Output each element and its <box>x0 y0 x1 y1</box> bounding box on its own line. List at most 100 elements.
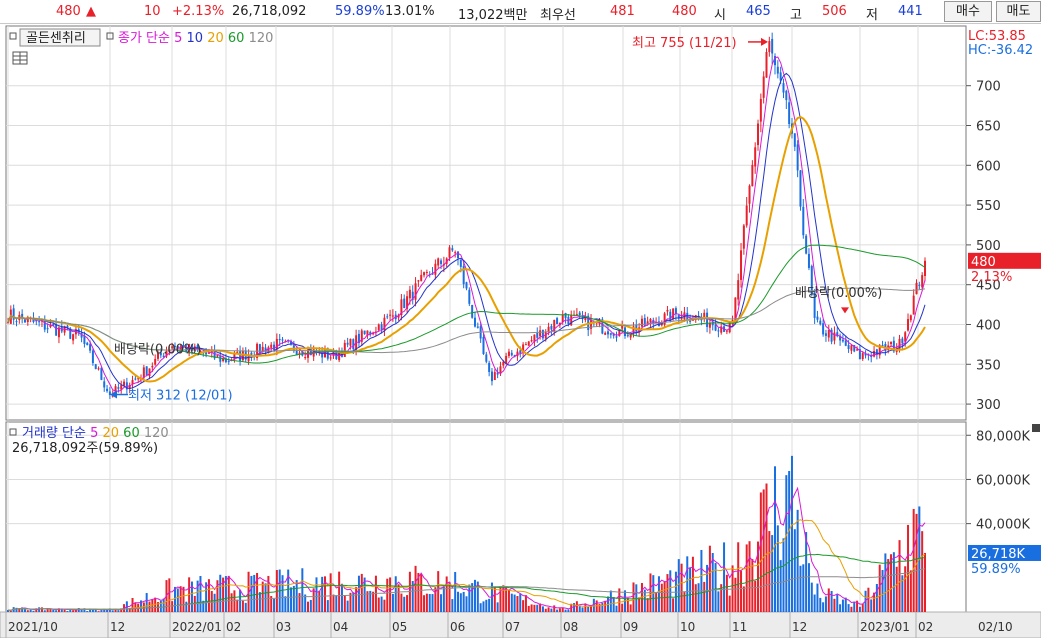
volume-bar <box>159 600 162 612</box>
volume-bar <box>629 604 632 612</box>
candle-body <box>751 164 754 187</box>
volume-bar <box>326 600 329 612</box>
buy-button[interactable]: 매수 <box>944 1 992 22</box>
candle-body <box>762 76 765 98</box>
candle-body <box>649 318 652 322</box>
candle-body <box>490 371 493 382</box>
volume-bar <box>745 544 748 612</box>
volume-bar <box>377 597 380 612</box>
high-price: 506 <box>822 4 847 19</box>
candle-body <box>802 206 805 236</box>
candle-body <box>663 313 666 325</box>
candle-body <box>123 381 126 386</box>
candle-body <box>420 274 423 281</box>
candle-body <box>740 250 743 280</box>
volume-bar <box>151 599 154 612</box>
volume-bar <box>185 601 188 612</box>
candle-body <box>468 289 471 304</box>
volume-bar <box>924 552 926 612</box>
volume-bar <box>386 578 389 612</box>
volume-bar <box>708 545 711 612</box>
candle-body <box>912 295 915 315</box>
candle-body <box>672 308 675 320</box>
current-change-tag-label: 2.13% <box>971 270 1012 285</box>
volume-bar <box>440 594 443 612</box>
candle-body <box>771 38 774 54</box>
volume-bar <box>340 585 343 612</box>
volume-bar <box>785 475 788 612</box>
volume-bar <box>321 576 324 612</box>
candle-body <box>437 258 440 266</box>
candle-body <box>824 333 827 336</box>
volume-bar <box>507 589 510 612</box>
panel-options-icon[interactable] <box>1032 424 1040 432</box>
volume-tick-label: 60,000K <box>976 473 1030 488</box>
volume-bar <box>465 596 468 612</box>
volume-ratio: 59.89% <box>335 4 385 19</box>
volume-bar <box>239 589 242 612</box>
date-tick-label: 10 <box>680 620 695 634</box>
candle-body <box>134 378 137 380</box>
volume-bar <box>244 602 247 612</box>
volume-bar <box>360 573 363 612</box>
volume-value: 26,718,092 <box>232 4 307 19</box>
volume-bar <box>403 596 406 612</box>
date-tick-label: 2022/01 <box>172 620 222 634</box>
volume-bar <box>485 599 488 612</box>
candle-body <box>227 361 230 363</box>
candle-body <box>796 144 799 171</box>
volume-bar <box>740 570 743 612</box>
volume-bar <box>686 556 689 612</box>
candle-body <box>343 342 346 357</box>
volume-bar <box>66 610 69 612</box>
volume-bar <box>830 590 833 612</box>
candle-body <box>329 357 332 359</box>
candle-body <box>754 147 757 167</box>
date-tick-label: 02/10 <box>978 620 1013 634</box>
volume-bar <box>145 593 148 612</box>
volume-bar <box>861 603 864 612</box>
volume-bar <box>751 559 754 612</box>
volume-bar <box>527 605 530 612</box>
volume-bar <box>346 600 349 612</box>
volume-bar <box>895 566 898 612</box>
volume-bar <box>765 483 768 612</box>
volume-bar <box>168 578 171 612</box>
volume-bar <box>867 587 870 612</box>
volume-bar <box>210 591 213 612</box>
open-label: 시 <box>714 8 726 23</box>
quote-bar: 480 ▲ 10 +2.13% 26,718,092 59.89% 13.01%… <box>0 0 1041 24</box>
volume-bar <box>646 598 649 612</box>
candle-body <box>154 359 157 365</box>
volume-bar <box>870 599 873 612</box>
volume-bar <box>513 594 516 612</box>
volume-bar <box>457 591 460 612</box>
volume-bar <box>451 599 454 612</box>
volume-bar <box>55 610 58 612</box>
volume-bar <box>847 604 850 612</box>
volume-bar <box>179 586 182 612</box>
volume-bar <box>884 553 887 612</box>
volume-bar <box>912 508 915 612</box>
volume-bar <box>550 608 553 612</box>
candle-body <box>352 339 355 350</box>
volume-bar <box>819 597 822 612</box>
date-tick-label: 11 <box>732 620 747 634</box>
volume-bar <box>219 574 222 612</box>
volume-bar <box>762 489 765 612</box>
volume-bar <box>833 598 836 612</box>
volume-bar <box>182 586 185 612</box>
candle-body <box>785 90 788 101</box>
volume-bar <box>898 540 901 612</box>
volume-bar <box>672 598 675 612</box>
candle-body <box>850 345 853 351</box>
stock-chart[interactable]: 2021/10 12 2022/01 02 03 04 05 06 07 08 09 10 11 12 20… <box>0 24 1041 638</box>
volume-bar <box>691 556 694 612</box>
volume-bar <box>496 602 499 612</box>
candle-body <box>561 314 564 323</box>
dividend-annotation: 배당락(0.00%) <box>114 342 201 357</box>
sell-button[interactable]: 매도 <box>996 1 1041 22</box>
open-price: 465 <box>746 4 771 19</box>
volume-bar <box>824 596 827 612</box>
candle-body <box>782 83 785 93</box>
